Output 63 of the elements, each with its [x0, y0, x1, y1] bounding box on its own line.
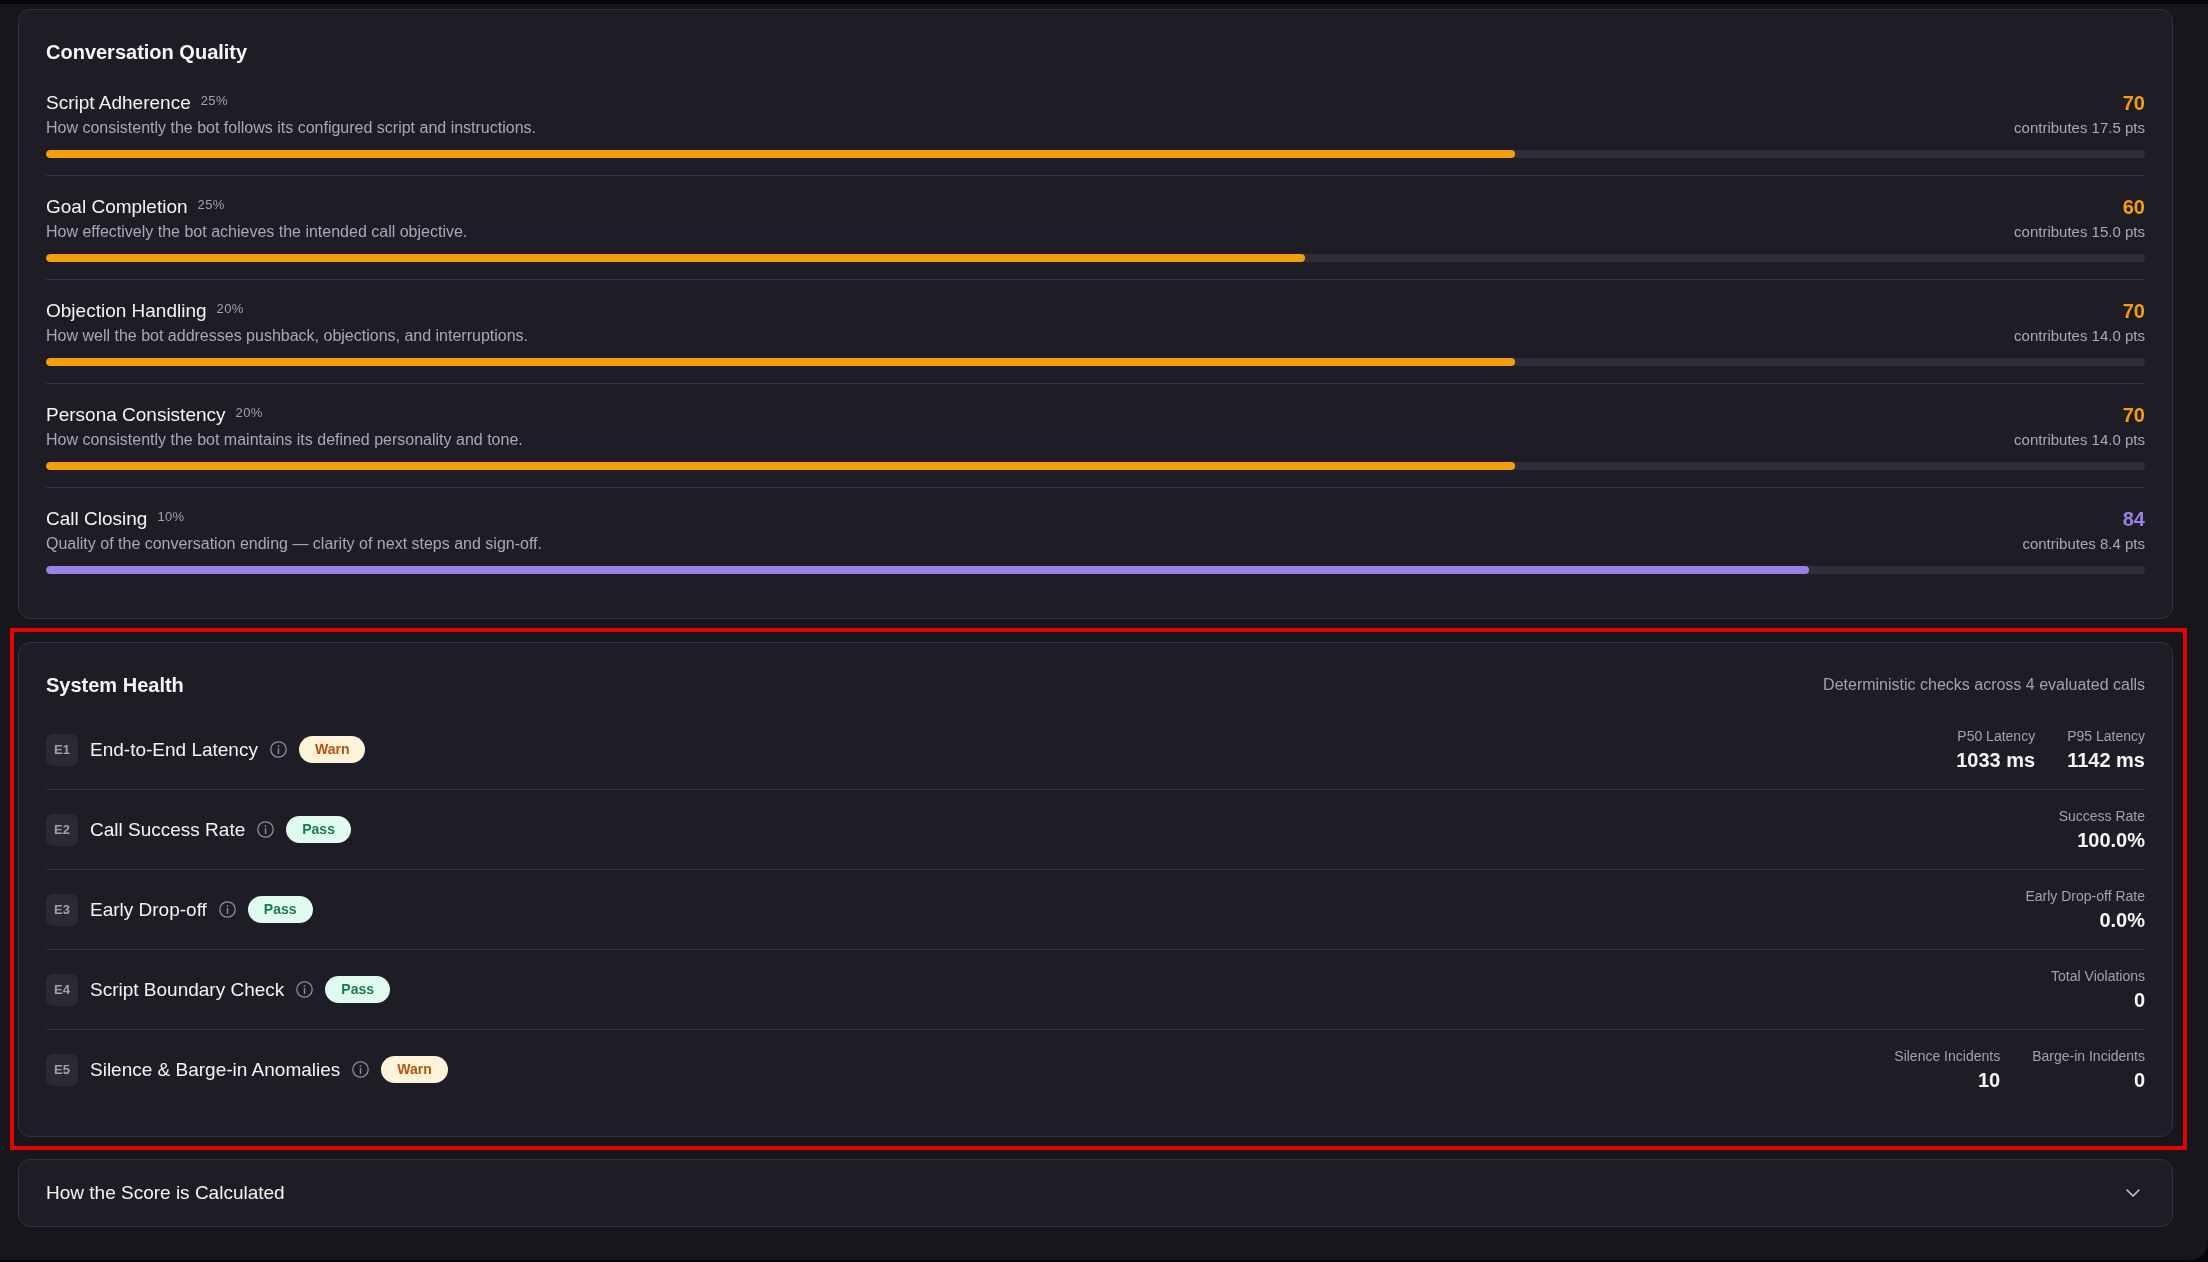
metric-label: Early Drop-off Rate	[2025, 886, 2145, 905]
contribution-text: contributes 8.4 pts	[2022, 534, 2145, 554]
criterion-score: 84	[2122, 507, 2145, 531]
check-code: E2	[46, 813, 78, 846]
criterion-score: 70	[2122, 403, 2145, 427]
check-code: E1	[46, 733, 78, 766]
criterion-weight: 25%	[200, 93, 228, 110]
status-pill: Pass	[325, 976, 391, 1003]
metric-label: P95 Latency	[2067, 726, 2145, 745]
status-pill: Warn	[381, 1056, 448, 1083]
metric-label: Barge-in Incidents	[2032, 1046, 2145, 1065]
criterion-weight: 20%	[216, 301, 244, 318]
contribution-text: contributes 14.0 pts	[2014, 326, 2145, 346]
criterion-name: Persona Consistency	[46, 403, 226, 427]
metric-value: 0.0%	[2099, 907, 2145, 933]
metric-label: Total Violations	[2051, 966, 2145, 985]
status-pill: Pass	[286, 816, 351, 843]
info-icon[interactable]	[352, 1061, 370, 1078]
criterion-weight: 25%	[197, 197, 225, 214]
metric-value: 0	[2133, 1067, 2145, 1093]
info-icon[interactable]	[269, 741, 287, 758]
criterion-name: Script Adherence	[46, 91, 191, 115]
criterion-weight: 20%	[235, 405, 263, 422]
check-name: End-to-End Latency	[90, 738, 258, 761]
criterion-description: How consistently the bot follows its configured script and instructions.	[46, 118, 536, 138]
criterion-description: Quality of the conversation ending — clarity of next steps and sign-off.	[46, 534, 542, 554]
check-name: Silence & Barge-in Anomalies	[90, 1058, 341, 1081]
contribution-text: contributes 17.5 pts	[2014, 118, 2145, 138]
metric-value: 100.0%	[2077, 827, 2145, 853]
info-icon[interactable]	[296, 981, 314, 998]
criterion-description: How effectively the bot achieves the intended call objective.	[46, 222, 468, 242]
criterion-weight: 10%	[157, 509, 185, 526]
metric-value: 1033 ms	[1956, 747, 2036, 773]
criterion-score: 70	[2122, 91, 2145, 115]
criterion-score: 60	[2122, 195, 2145, 219]
criterion-name: Call Closing	[46, 507, 148, 531]
check-name: Script Boundary Check	[90, 978, 285, 1001]
panel-subtitle: Deterministic checks across 4 evaluated calls	[1823, 676, 2145, 694]
metric-value: 10	[1977, 1067, 2001, 1093]
metric-value: 1142 ms	[2067, 747, 2145, 773]
criterion-name: Objection Handling	[46, 299, 207, 323]
criterion-description: How well the bot addresses pushback, objections, and interruptions.	[46, 326, 529, 346]
status-pill: Pass	[247, 896, 313, 923]
check-name: Call Success Rate	[90, 818, 246, 841]
info-icon[interactable]	[218, 901, 236, 918]
criterion-name: Goal Completion	[46, 195, 188, 219]
metric-value: 0	[2133, 987, 2145, 1013]
info-icon[interactable]	[257, 821, 275, 838]
panel-title: Conversation Quality	[46, 40, 249, 65]
check-code: E5	[46, 1053, 78, 1086]
contribution-text: contributes 15.0 pts	[2014, 222, 2145, 242]
contribution-text: contributes 14.0 pts	[2014, 430, 2145, 450]
criterion-description: How consistently the bot maintains its defined personality and tone.	[46, 430, 523, 450]
criterion-score: 70	[2122, 299, 2145, 323]
status-pill: Warn	[298, 736, 366, 763]
metric-label: P50 Latency	[1957, 726, 2036, 745]
check-code: E4	[46, 973, 78, 1006]
check-name: Early Drop-off	[90, 898, 207, 921]
metric-label: Silence Incidents	[1894, 1046, 2001, 1065]
metric-label: Success Rate	[2058, 806, 2145, 825]
panel-title: System Health	[46, 673, 184, 698]
score-explanation-toggle[interactable]: How the Score is Calculated	[18, 1159, 2173, 1227]
check-code: E3	[46, 893, 78, 926]
